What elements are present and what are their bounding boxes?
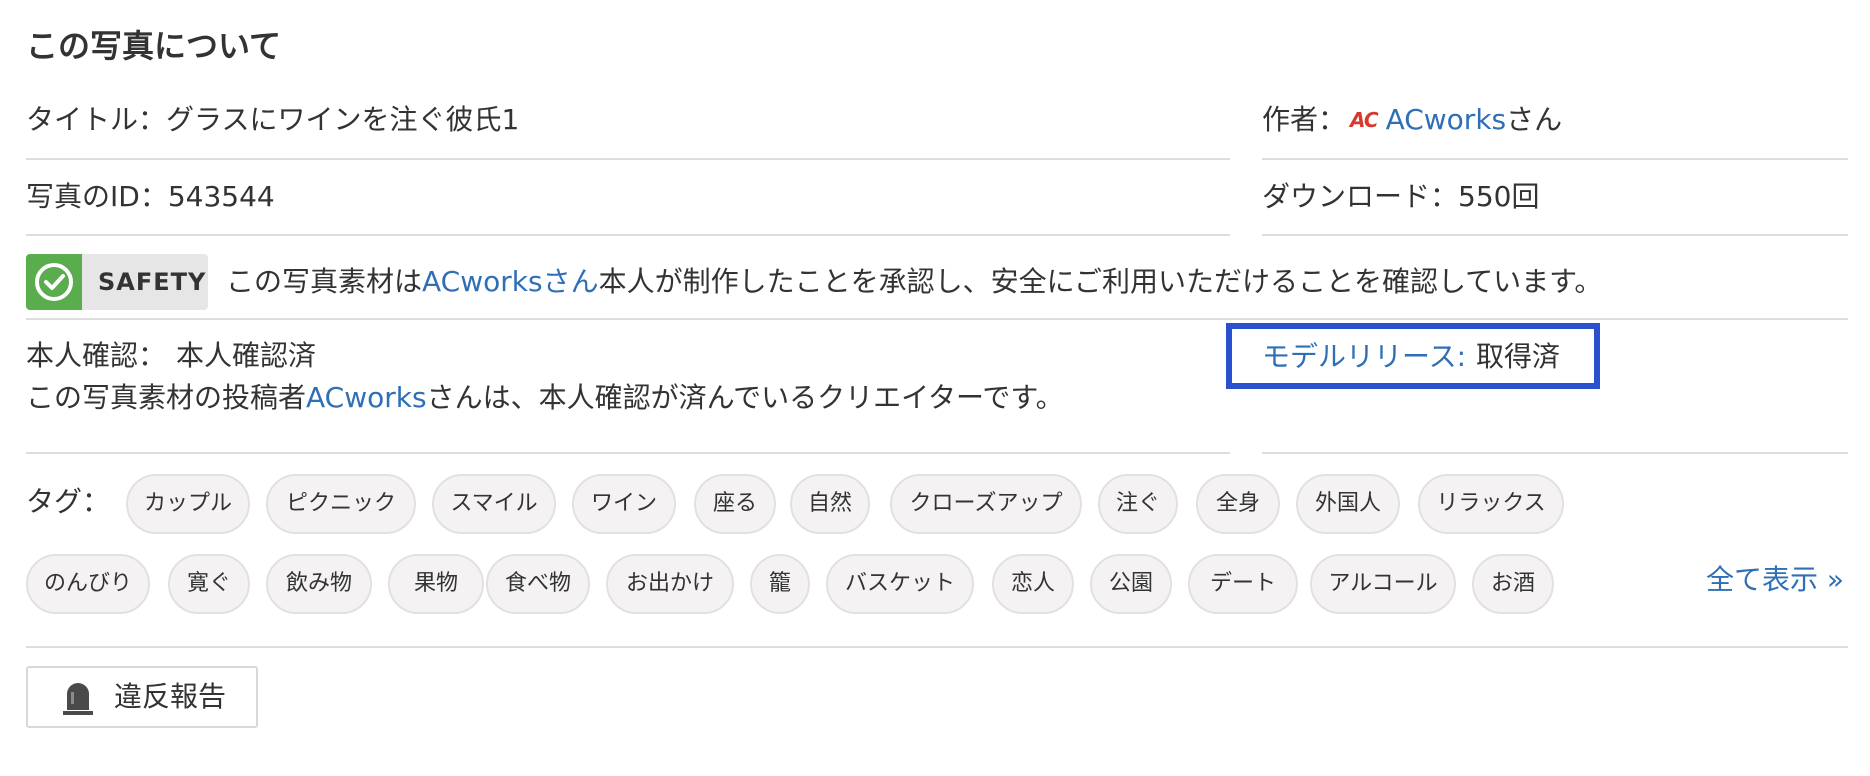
tag-chip[interactable]: 食べ物 xyxy=(486,554,590,614)
divider xyxy=(26,452,1230,454)
report-violation-button[interactable]: 違反報告 xyxy=(26,666,258,728)
report-label: 違反報告 xyxy=(114,680,227,713)
author-link[interactable]: ACworks xyxy=(1386,103,1507,136)
photo-id-value: 543544 xyxy=(167,180,275,213)
safety-badge: SAFETY xyxy=(26,254,208,310)
verification-label: 本人確認： xyxy=(26,339,167,372)
title-row: タイトル：グラスにワインを注ぐ彼氏1 xyxy=(26,100,519,140)
verification-value: 本人確認済 xyxy=(176,339,317,372)
tag-chip[interactable]: 恋人 xyxy=(992,554,1074,614)
verification-desc-pre: この写真素材の投稿者 xyxy=(26,381,307,414)
safety-text-pre: この写真素材は xyxy=(226,265,423,298)
tag-chip[interactable]: スマイル xyxy=(432,474,556,534)
safety-label: SAFETY xyxy=(98,268,207,296)
tag-chip[interactable]: のんびり xyxy=(26,554,150,614)
tag-chip[interactable]: リラックス xyxy=(1418,474,1564,534)
divider xyxy=(26,234,1230,236)
tags-label: タグ： xyxy=(26,485,111,518)
download-value: 550回 xyxy=(1458,180,1540,213)
safety-author-link[interactable]: ACworksさん xyxy=(422,265,599,298)
tag-chip[interactable]: 全身 xyxy=(1196,474,1280,534)
photo-id-label: 写真のID： xyxy=(26,180,168,213)
siren-icon xyxy=(62,680,94,718)
divider xyxy=(1262,234,1848,236)
tag-chip[interactable]: 座る xyxy=(694,474,776,534)
verification-author-link[interactable]: ACworks xyxy=(306,381,427,414)
author-row: 作者： AC ACworksさん xyxy=(1262,100,1562,140)
check-circle-icon xyxy=(26,254,82,310)
divider xyxy=(26,158,1230,160)
safety-text-post: 本人が制作したことを承認し、安全にご利用いただけることを確認しています。 xyxy=(598,265,1603,298)
tag-chip[interactable]: 飲み物 xyxy=(266,554,372,614)
model-release-link[interactable]: モデルリリース: xyxy=(1262,340,1466,373)
divider xyxy=(26,318,1848,320)
verification-row: 本人確認： 本人確認済 xyxy=(26,336,316,376)
photo-id-row: 写真のID：543544 xyxy=(26,177,275,217)
tag-chip[interactable]: カップル xyxy=(126,474,250,534)
photo-info-panel: この写真について タイトル：グラスにワインを注ぐ彼氏1 作者： AC ACworks… xyxy=(0,0,1870,776)
section-heading: この写真について xyxy=(26,27,282,65)
title-label: タイトル： xyxy=(26,103,167,136)
tag-chip[interactable]: クローズアップ xyxy=(890,474,1082,534)
model-release-row: モデルリリース: 取得済 xyxy=(1262,337,1560,377)
divider xyxy=(1262,158,1848,160)
tag-chip[interactable]: ワイン xyxy=(572,474,676,534)
download-label: ダウンロード： xyxy=(1262,180,1459,213)
divider xyxy=(1262,452,1848,454)
tag-chip[interactable]: 籠 xyxy=(750,554,810,614)
tag-chip[interactable]: デート xyxy=(1188,554,1298,614)
ac-logo-icon: AC xyxy=(1350,108,1379,132)
model-release-value: 取得済 xyxy=(1476,340,1561,373)
author-label: 作者： xyxy=(1262,103,1347,136)
tag-chip[interactable]: バスケット xyxy=(826,554,974,614)
safety-text: この写真素材はACworksさん本人が制作したことを承認し、安全にご利用いただけ… xyxy=(226,262,1602,302)
verification-desc-post: さんは、本人確認が済んでいるクリエイターです。 xyxy=(426,381,1064,414)
tag-chip[interactable]: お出かけ xyxy=(606,554,734,614)
title-value: グラスにワインを注ぐ彼氏1 xyxy=(166,103,520,136)
tag-chip[interactable]: ピクニック xyxy=(266,474,416,534)
tag-chip[interactable]: 果物 xyxy=(388,554,484,614)
author-suffix: さん xyxy=(1506,103,1563,136)
tag-chip[interactable]: アルコール xyxy=(1310,554,1456,614)
divider xyxy=(26,646,1848,648)
tag-chip[interactable]: 自然 xyxy=(790,474,870,534)
tag-chip[interactable]: 寛ぐ xyxy=(168,554,250,614)
show-all-tags-link[interactable]: 全て表示 » xyxy=(1706,560,1844,600)
tag-chip[interactable]: お酒 xyxy=(1472,554,1554,614)
tag-chip[interactable]: 注ぐ xyxy=(1098,474,1178,534)
tag-chip[interactable]: 公園 xyxy=(1090,554,1172,614)
verification-description: この写真素材の投稿者ACworksさんは、本人確認が済んでいるクリエイターです。 xyxy=(26,378,1064,418)
download-count-row: ダウンロード：550回 xyxy=(1262,177,1539,217)
tag-chip[interactable]: 外国人 xyxy=(1296,474,1400,534)
model-release-box: モデルリリース: 取得済 xyxy=(1226,323,1600,389)
